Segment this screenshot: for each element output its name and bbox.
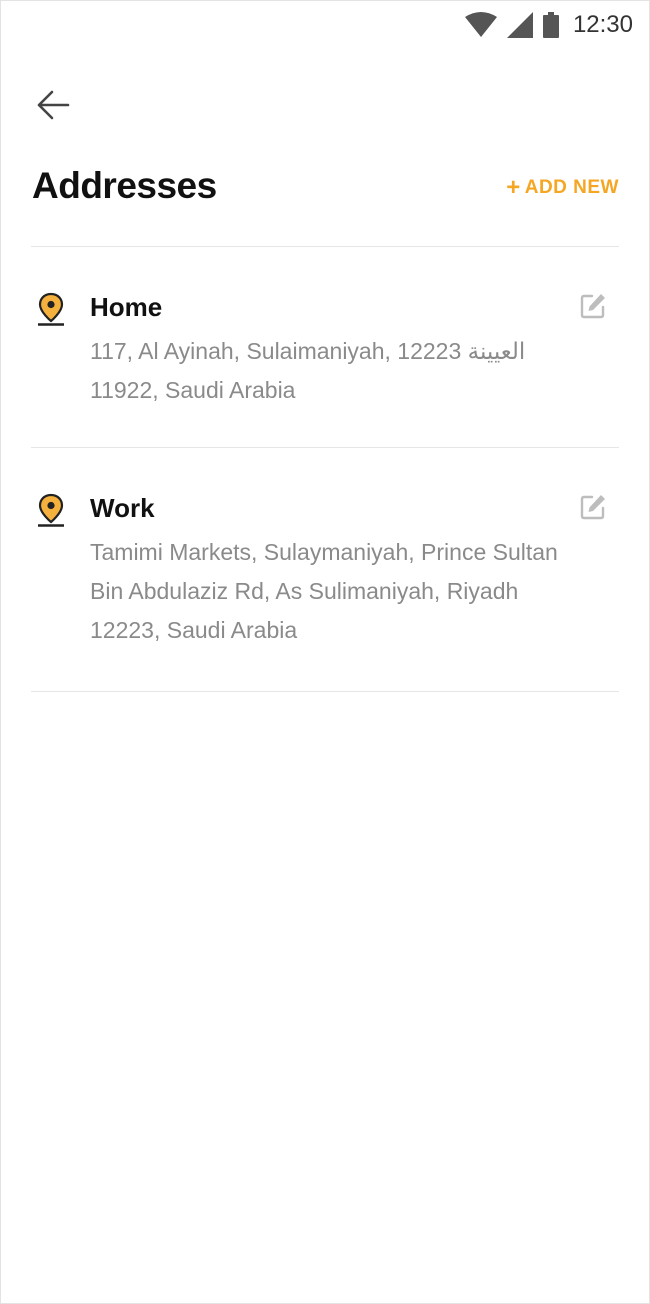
status-icons: 12:30 [464,11,633,39]
back-arrow-icon [37,90,70,120]
location-pin-icon [38,493,64,527]
add-new-label: ADD NEW [524,177,619,198]
edit-icon[interactable] [579,493,607,521]
battery-icon [542,12,559,38]
plus-icon: + [506,174,521,201]
address-text: 117, Al Ayinah, Sulaimaniyah, 12223 العي… [90,338,526,403]
address-item-work[interactable]: Work Tamimi Markets, Sulaymaniyah, Princ… [31,493,619,663]
app-screen: 12:30 Addresses + ADD NEW Home 117, Al A… [0,0,650,1304]
edit-icon[interactable] [579,292,607,320]
address-text: Tamimi Markets, Sulaymaniyah, Prince Sul… [90,539,558,643]
address-label: Home [90,292,163,322]
signal-icon [506,12,533,38]
address-label: Work [90,493,155,523]
divider [31,447,619,448]
page-title: Addresses [32,165,217,206]
back-button[interactable] [31,85,75,125]
divider [31,246,619,247]
add-new-button[interactable]: + ADD NEW [506,174,619,201]
divider [31,691,619,692]
status-time: 12:30 [572,11,633,38]
location-pin-icon [38,292,64,326]
status-bar: 12:30 [1,1,649,49]
address-item-home[interactable]: Home 117, Al Ayinah, Sulaimaniyah, 12223… [31,292,619,422]
wifi-icon [464,12,497,37]
